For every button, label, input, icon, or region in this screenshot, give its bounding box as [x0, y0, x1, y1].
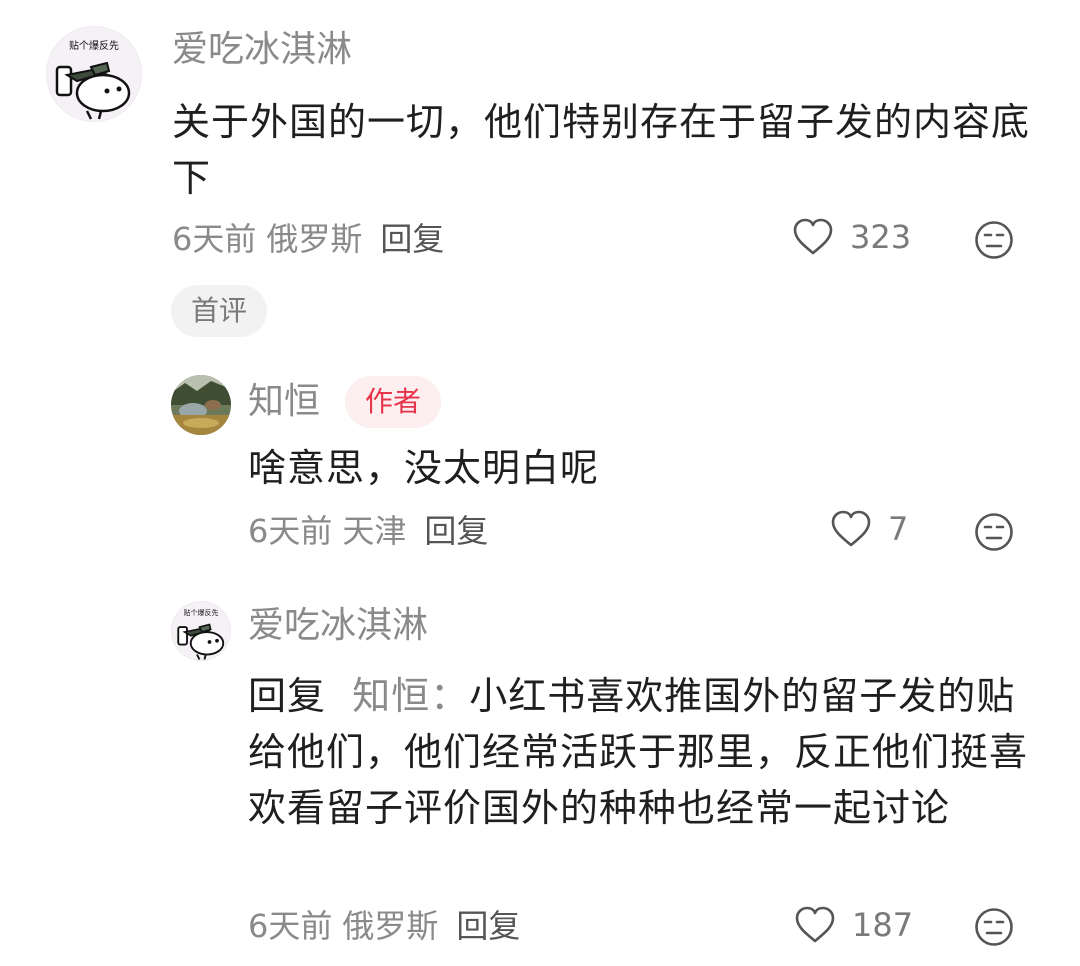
reply-target-username[interactable]: 知恒：: [352, 674, 469, 718]
like-button[interactable]: 7: [830, 510, 908, 548]
reply-button[interactable]: 回复: [424, 512, 488, 550]
comment-meta: 6天前 俄罗斯 回复: [248, 906, 530, 946]
comment-meta: 6天前 俄罗斯 回复: [172, 219, 454, 259]
avatar[interactable]: 贴个爆反先: [171, 601, 231, 661]
reply-prefix: 回复: [248, 674, 327, 718]
comment-meta: 6天前 天津 回复: [248, 511, 498, 551]
comment-time: 6天前: [248, 907, 333, 945]
comment-text: 关于外国的一切，他们特别存在于留子发的内容底下: [172, 100, 1031, 200]
comment-text: 啥意思，没太明白呢: [248, 446, 600, 490]
avatar-landscape-icon: [171, 375, 231, 435]
comment-location: 天津: [342, 512, 407, 550]
like-count: 323: [850, 218, 912, 256]
emoji-icon[interactable]: [974, 220, 1014, 260]
emoji-icon[interactable]: [974, 512, 1014, 552]
avatar-cartoon-icon: [55, 61, 131, 120]
heart-icon: [793, 218, 833, 255]
avatar[interactable]: 贴个爆反先: [46, 26, 142, 122]
like-count: 7: [888, 510, 909, 548]
avatar[interactable]: [171, 375, 231, 435]
comment-time: 6天前: [248, 512, 333, 550]
comment-username[interactable]: 爱吃冰淇淋: [248, 604, 428, 648]
comment-location: 俄罗斯: [266, 220, 363, 258]
like-button[interactable]: 323: [792, 218, 911, 256]
comment-text: 回复 知恒：小红书喜欢推国外的留子发的贴给他们，他们经常活跃于那里，反正他们挺喜…: [248, 668, 1038, 836]
avatar-cartoon-icon: [177, 623, 225, 660]
heart-icon: [795, 906, 835, 943]
comment-username[interactable]: 知恒: [248, 380, 320, 424]
like-count: 187: [852, 906, 914, 944]
comment-time: 6天前: [172, 220, 257, 258]
first-comment-tag: 首评: [171, 285, 267, 337]
author-badge: 作者: [345, 376, 441, 428]
like-button[interactable]: 187: [794, 906, 913, 944]
heart-icon: [831, 510, 871, 547]
reply-button[interactable]: 回复: [456, 907, 520, 945]
comment-username[interactable]: 爱吃冰淇淋: [172, 28, 352, 72]
emoji-icon[interactable]: [974, 907, 1014, 947]
comment-location: 俄罗斯: [342, 907, 439, 945]
reply-button[interactable]: 回复: [380, 220, 444, 258]
